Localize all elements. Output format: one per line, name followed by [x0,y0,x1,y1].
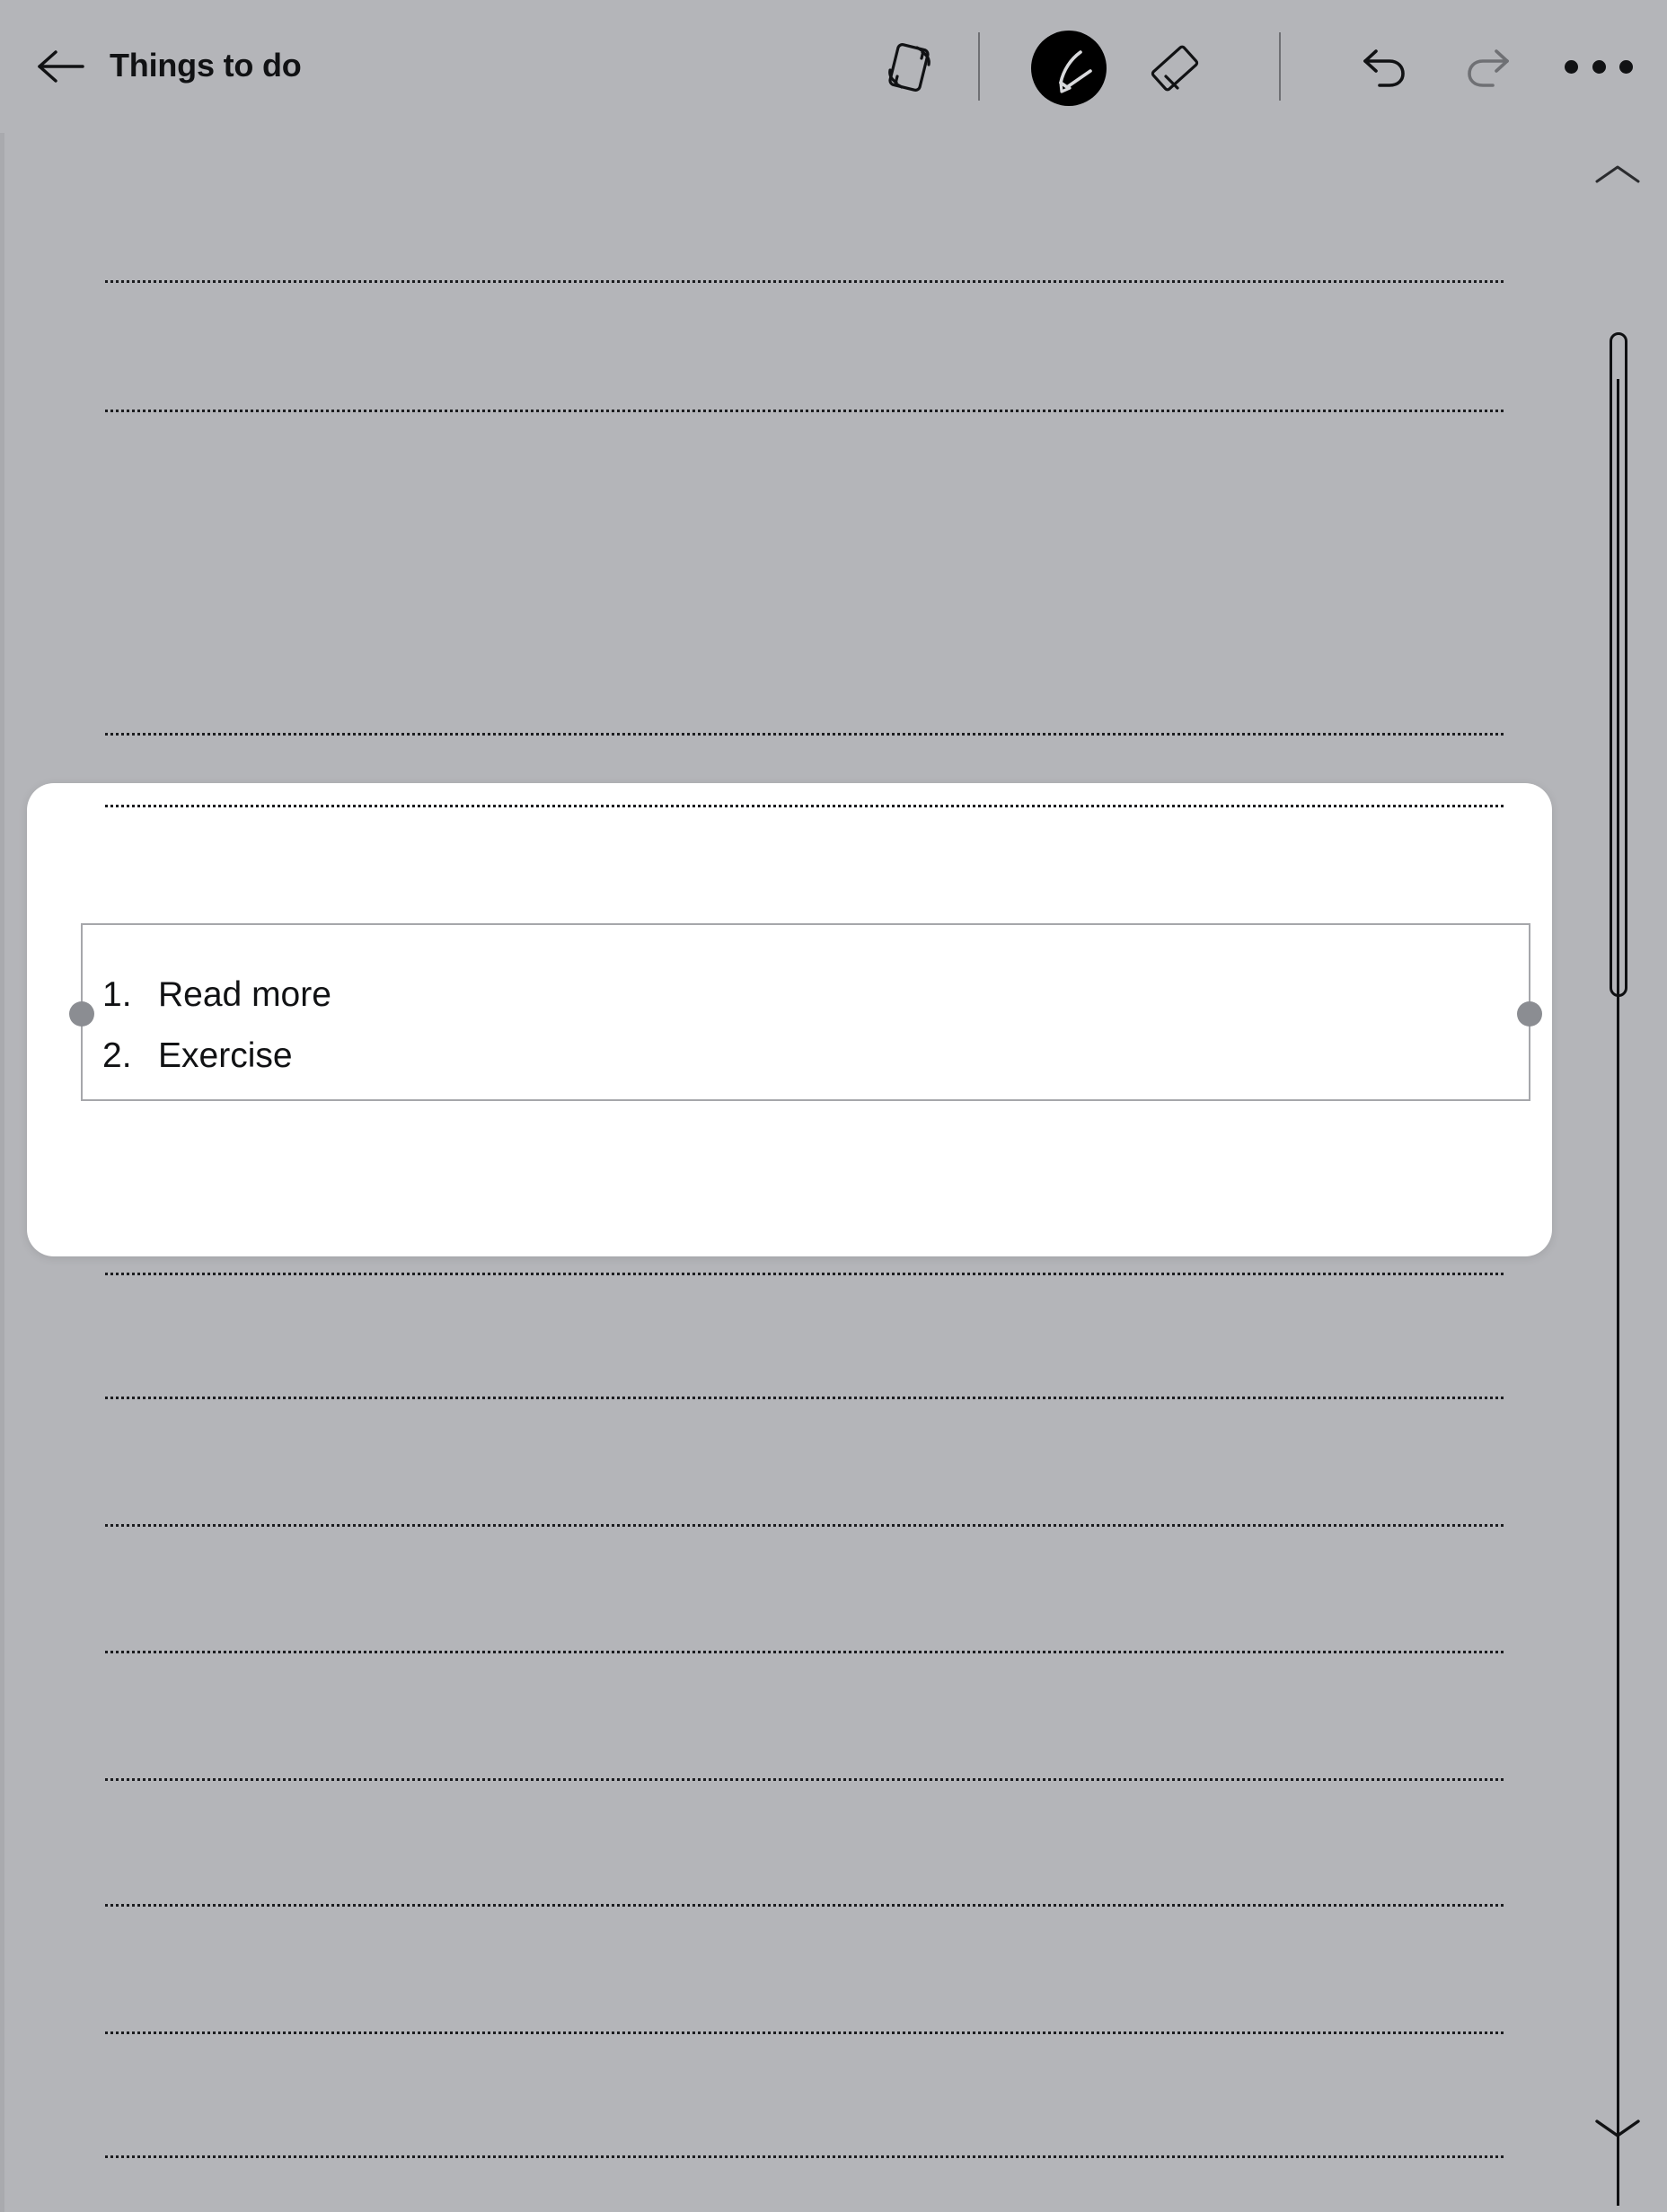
text-edit-card: 1. Read more 2. Exercise [27,783,1552,1256]
scrollbar [1570,133,1667,2212]
ruled-line [105,1524,1504,1527]
scroll-thumb[interactable] [1610,332,1627,997]
list-item-text: Exercise [158,1036,293,1075]
notebook-page[interactable]: 1. Read more 2. Exercise [0,133,1667,2212]
eraser-icon [1151,45,1199,92]
rotate-page-icon [888,43,931,92]
ruled-line [105,1778,1504,1781]
more-dot-1 [1565,59,1578,74]
scroll-down-button[interactable] [1592,2112,1644,2143]
ruled-line [105,410,1504,412]
ruled-line [105,805,1504,807]
chevron-up-icon [1595,165,1640,183]
selected-text-box[interactable]: 1. Read more 2. Exercise [69,923,1542,1101]
ruled-line [105,1273,1504,1275]
toolbar-divider-1 [978,32,980,101]
rotate-page-button[interactable] [875,32,945,102]
back-arrow-icon [38,50,84,83]
undo-button[interactable] [1347,32,1417,102]
more-options-button[interactable] [1565,47,1633,86]
toolbar: Things to do [0,0,1667,133]
eraser-button[interactable] [1139,32,1209,102]
more-dot-2 [1592,59,1606,74]
chevron-down-icon [1595,2119,1640,2137]
pen-button[interactable] [1031,31,1107,106]
list-item-text: Read more [158,975,331,1014]
ordered-list: 1. Read more 2. Exercise [83,925,1529,1087]
page-title: Things to do [110,47,302,84]
back-button[interactable] [34,43,84,90]
ruled-line [105,2031,1504,2034]
ruled-line [105,1904,1504,1907]
resize-handle-right[interactable] [1517,1001,1542,1027]
ruled-line [105,1651,1504,1653]
ruled-line [105,1397,1504,1399]
notebook-app: Things to do 1. Read more 2. Exercise [0,0,1667,2212]
list-item[interactable]: 1. Read more [83,965,1529,1026]
ruled-line [105,733,1504,736]
more-dot-3 [1619,59,1633,74]
list-item[interactable]: 2. Exercise [83,1026,1529,1087]
resize-handle-left[interactable] [69,1001,94,1027]
toolbar-divider-2 [1279,32,1281,101]
scroll-up-button[interactable] [1592,160,1644,190]
undo-icon [1363,49,1405,87]
redo-button[interactable] [1455,32,1525,102]
pen-icon [1059,50,1092,93]
list-item-number: 2. [102,1036,132,1075]
redo-icon [1468,49,1509,87]
ruled-line [105,280,1504,283]
ruled-line [105,2155,1504,2158]
